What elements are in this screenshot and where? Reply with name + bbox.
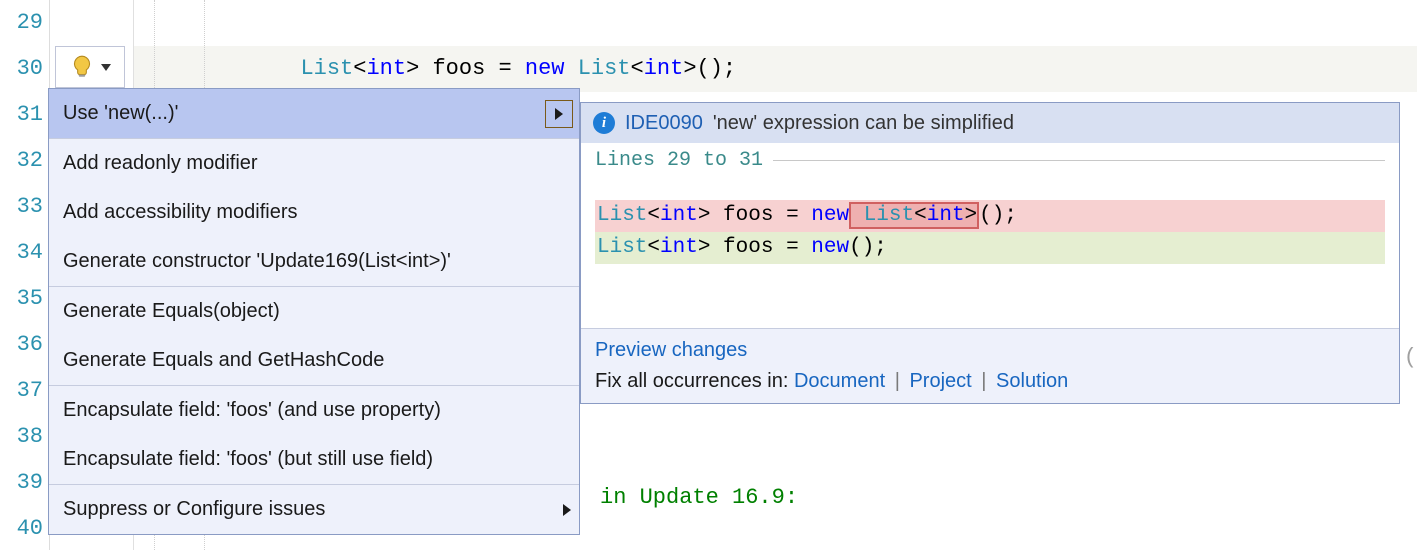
token-type: List	[597, 236, 647, 259]
lightbulb-icon	[69, 54, 95, 80]
token-identifier: foos	[419, 56, 498, 81]
menu-item-label: Generate Equals and GetHashCode	[63, 349, 384, 371]
diagnostic-id: IDE0090	[625, 112, 703, 135]
line-number: 39	[0, 460, 49, 506]
token-keyword: int	[927, 204, 965, 227]
indent	[142, 56, 300, 81]
line-number: 30	[0, 46, 49, 92]
token-punct: <	[353, 56, 366, 81]
background-glyph: (	[1404, 345, 1417, 370]
menu-item-encapsulate-property[interactable]: Encapsulate field: 'foos' (and use prope…	[49, 386, 579, 435]
line-number: 38	[0, 414, 49, 460]
token-type: List	[864, 204, 914, 227]
line-number: 33	[0, 184, 49, 230]
menu-item-label: Encapsulate field: 'foos' (but still use…	[63, 448, 433, 470]
token-plain: ();	[849, 236, 887, 259]
background-code-comment: in Update 16.9:	[600, 485, 798, 510]
menu-item-label: Generate Equals(object)	[63, 300, 280, 322]
menu-item-label: Add readonly modifier	[63, 152, 258, 174]
token-punct: <	[631, 56, 644, 81]
token-punct: >	[698, 204, 711, 227]
separator: |	[891, 370, 904, 392]
token-plain: foos =	[710, 236, 811, 259]
token-punct: ();	[697, 56, 737, 81]
menu-item-use-new[interactable]: Use 'new(...)'	[49, 89, 579, 138]
code-line	[134, 0, 1417, 46]
token-space	[851, 204, 864, 227]
token-keyword: int	[644, 56, 684, 81]
removed-text: List<int>	[849, 202, 979, 229]
line-number-gutter: 29 30 31 32 33 34 35 36 37 38 39 40	[0, 0, 50, 550]
line-number: 35	[0, 276, 49, 322]
chevron-down-icon	[101, 64, 111, 71]
token-type: List	[578, 56, 631, 81]
lines-range-label: Lines 29 to 31	[581, 143, 1399, 174]
menu-item-generate-equals[interactable]: Generate Equals(object)	[49, 287, 579, 336]
token-keyword: new	[811, 204, 849, 227]
menu-item-add-accessibility[interactable]: Add accessibility modifiers	[49, 188, 579, 237]
line-number: 29	[0, 0, 49, 46]
token-space	[565, 56, 578, 81]
line-number: 34	[0, 230, 49, 276]
divider	[773, 160, 1385, 161]
line-number: 40	[0, 506, 49, 552]
submenu-arrow-icon	[545, 100, 573, 128]
separator: |	[977, 370, 990, 392]
token-keyword: new	[525, 56, 565, 81]
line-number: 37	[0, 368, 49, 414]
token-keyword: int	[660, 204, 698, 227]
lightbulb-button[interactable]	[55, 46, 125, 88]
preview-header: i IDE0090 'new' expression can be simpli…	[581, 103, 1399, 143]
info-icon: i	[593, 112, 615, 134]
token-keyword: int	[660, 236, 698, 259]
menu-item-add-readonly[interactable]: Add readonly modifier	[49, 139, 579, 188]
line-number: 31	[0, 92, 49, 138]
diff-line-removed: List<int> foos = new List<int>();	[595, 200, 1385, 232]
token-type: List	[597, 204, 647, 227]
lines-range-text: Lines 29 to 31	[595, 149, 763, 172]
menu-item-encapsulate-field[interactable]: Encapsulate field: 'foos' (but still use…	[49, 435, 579, 484]
diagnostic-message: 'new' expression can be simplified	[713, 112, 1014, 135]
token-type: List	[300, 56, 353, 81]
preview-changes-link[interactable]: Preview changes	[595, 339, 747, 361]
token-punct: >	[698, 236, 711, 259]
token-keyword: int	[366, 56, 406, 81]
fix-scope-solution[interactable]: Solution	[996, 370, 1068, 392]
fix-scope-document[interactable]: Document	[794, 370, 885, 392]
menu-item-label: Add accessibility modifiers	[63, 201, 298, 223]
code-line-current[interactable]: List<int> foos = new List<int>();	[134, 46, 1417, 92]
token-punct: <	[647, 236, 660, 259]
menu-item-generate-ctor[interactable]: Generate constructor 'Update169(List<int…	[49, 237, 579, 286]
preview-pane: i IDE0090 'new' expression can be simpli…	[580, 102, 1400, 404]
menu-item-label: Suppress or Configure issues	[63, 498, 325, 520]
token-plain: ();	[979, 204, 1017, 227]
token-punct: >	[683, 56, 696, 81]
menu-item-generate-equals-hash[interactable]: Generate Equals and GetHashCode	[49, 336, 579, 385]
token-punct: >	[406, 56, 419, 81]
diff-line-added: List<int> foos = new();	[595, 232, 1385, 264]
diff-block: List<int> foos = new List<int>(); List<i…	[581, 174, 1399, 328]
line-number: 36	[0, 322, 49, 368]
preview-footer: Preview changes Fix all occurrences in: …	[581, 328, 1399, 403]
line-number: 32	[0, 138, 49, 184]
menu-item-label: Generate constructor 'Update169(List<int…	[63, 250, 451, 272]
token-punct: =	[498, 56, 524, 81]
quickfix-menu: Use 'new(...)' Add readonly modifier Add…	[48, 88, 580, 535]
token-punct: >	[965, 204, 978, 227]
submenu-arrow-icon	[563, 504, 571, 516]
token-punct: <	[914, 204, 927, 227]
menu-item-suppress-configure[interactable]: Suppress or Configure issues	[49, 485, 579, 534]
menu-item-label: Use 'new(...)'	[63, 102, 178, 124]
fix-scope-project[interactable]: Project	[909, 370, 971, 392]
token-keyword: new	[811, 236, 849, 259]
token-plain: foos =	[710, 204, 811, 227]
fix-all-label: Fix all occurrences in:	[595, 370, 788, 392]
token-punct: <	[647, 204, 660, 227]
menu-item-label: Encapsulate field: 'foos' (and use prope…	[63, 399, 441, 421]
